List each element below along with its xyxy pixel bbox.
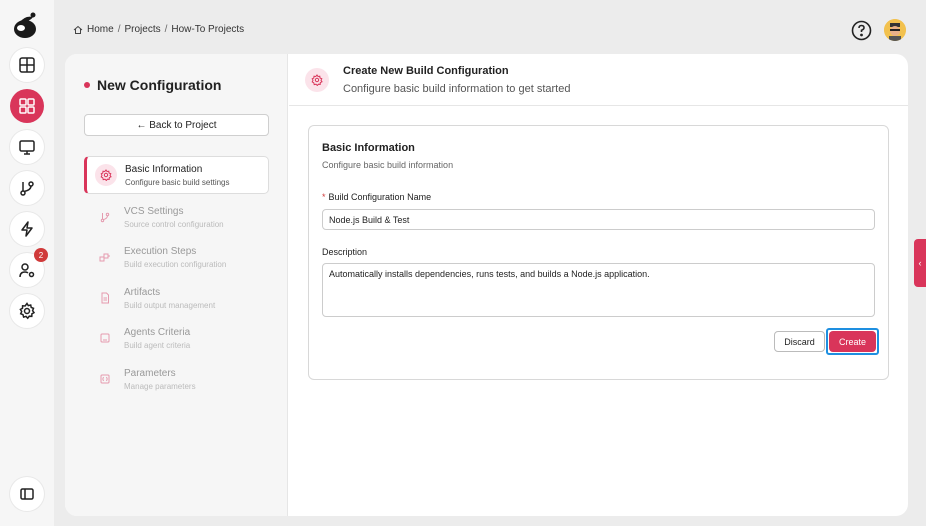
step-title: Basic Information	[125, 163, 203, 175]
steps-icon	[94, 246, 116, 268]
step-title: Parameters	[124, 367, 176, 379]
build-configuration-name-input[interactable]	[322, 209, 875, 230]
step-execution-steps[interactable]: Execution Steps Build execution configur…	[84, 238, 269, 276]
breadcrumb-projects[interactable]: Projects	[124, 24, 160, 35]
nav-rail: 2	[0, 0, 54, 526]
step-subtitle: Manage parameters	[124, 381, 196, 391]
create-button[interactable]: Create	[829, 331, 876, 352]
gear-icon	[95, 164, 117, 186]
help-icon[interactable]	[851, 20, 872, 41]
notification-badge: 2	[34, 248, 48, 262]
discard-button[interactable]: Discard	[774, 331, 825, 352]
step-basic-information[interactable]: Basic Information Configure basic build …	[84, 156, 269, 194]
rail-layout-button[interactable]	[10, 48, 44, 82]
chevron-left-icon: ‹	[918, 258, 922, 268]
step-subtitle: Configure basic build settings	[125, 177, 230, 187]
form-header-subtitle: Configure basic build information to get…	[343, 83, 571, 95]
section-subtitle: Configure basic build information	[322, 160, 454, 170]
create-button-focus-ring: Create	[826, 328, 879, 355]
breadcrumb: Home / Projects / How-To Projects	[73, 24, 244, 35]
lightning-icon	[21, 221, 33, 237]
title-dot	[84, 82, 90, 88]
step-title: VCS Settings	[124, 205, 184, 217]
name-label-text: Build Configuration Name	[328, 192, 432, 202]
rail-vcs-button[interactable]	[10, 171, 44, 205]
step-subtitle: Source control configuration	[124, 219, 224, 229]
step-parameters[interactable]: Parameters Manage parameters	[84, 360, 269, 398]
app-logo-icon[interactable]	[11, 11, 41, 41]
rail-dashboard-button[interactable]	[10, 89, 44, 123]
gear-icon	[19, 302, 36, 320]
home-icon[interactable]	[73, 25, 83, 35]
page-title: New Configuration	[84, 77, 221, 93]
required-marker: *	[322, 192, 326, 202]
description-label: Description	[322, 247, 368, 257]
breadcrumb-separator: /	[117, 24, 121, 35]
step-title: Agents Criteria	[124, 326, 191, 338]
page-title-text: New Configuration	[97, 77, 222, 93]
step-vcs-settings[interactable]: VCS Settings Source control configuratio…	[84, 198, 269, 236]
name-label: * Build Configuration Name	[322, 192, 431, 202]
git-branch-icon	[20, 181, 34, 196]
rail-triggers-button[interactable]	[10, 212, 44, 246]
sidebar-toggle-icon	[20, 488, 34, 500]
step-title: Execution Steps	[124, 245, 197, 257]
breadcrumb-home[interactable]: Home	[87, 24, 114, 35]
step-subtitle: Build execution configuration	[124, 259, 227, 269]
section-title: Basic Information	[322, 142, 415, 154]
description-textarea[interactable]: Automatically installs dependencies, run…	[322, 263, 875, 317]
step-title: Artifacts	[124, 286, 161, 298]
monitor-icon	[19, 140, 35, 155]
rail-settings-button[interactable]	[10, 294, 44, 328]
git-branch-icon	[94, 206, 116, 228]
form-header-title: Create New Build Configuration	[343, 65, 509, 77]
step-subtitle: Build output management	[124, 300, 216, 310]
layout-icon	[19, 57, 35, 73]
gear-icon	[305, 68, 329, 92]
agent-icon	[94, 327, 116, 349]
step-subtitle: Build agent criteria	[124, 340, 191, 350]
breadcrumb-current[interactable]: How-To Projects	[171, 24, 244, 35]
rail-monitor-button[interactable]	[10, 130, 44, 164]
dashboard-grid-icon	[19, 98, 35, 114]
avatar[interactable]	[884, 19, 906, 41]
breadcrumb-separator: /	[164, 24, 168, 35]
step-artifacts[interactable]: Artifacts Build output management	[84, 279, 269, 317]
rail-collapse-button[interactable]	[10, 477, 44, 511]
side-panel-toggle[interactable]: ‹	[914, 239, 926, 287]
rail-users-button[interactable]: 2	[10, 248, 48, 287]
user-settings-icon	[19, 263, 35, 278]
form-header: Create New Build Configuration Configure…	[289, 54, 908, 106]
back-to-project-button[interactable]: ← Back to Project	[84, 114, 269, 136]
basic-information-card: Basic Information Configure basic build …	[308, 125, 889, 380]
main-panel: New Configuration ← Back to Project Basi…	[65, 54, 908, 516]
file-icon	[94, 287, 116, 309]
parameters-icon	[94, 368, 116, 390]
step-agents-criteria[interactable]: Agents Criteria Build agent criteria	[84, 319, 269, 357]
steps-panel: New Configuration ← Back to Project Basi…	[65, 54, 288, 516]
